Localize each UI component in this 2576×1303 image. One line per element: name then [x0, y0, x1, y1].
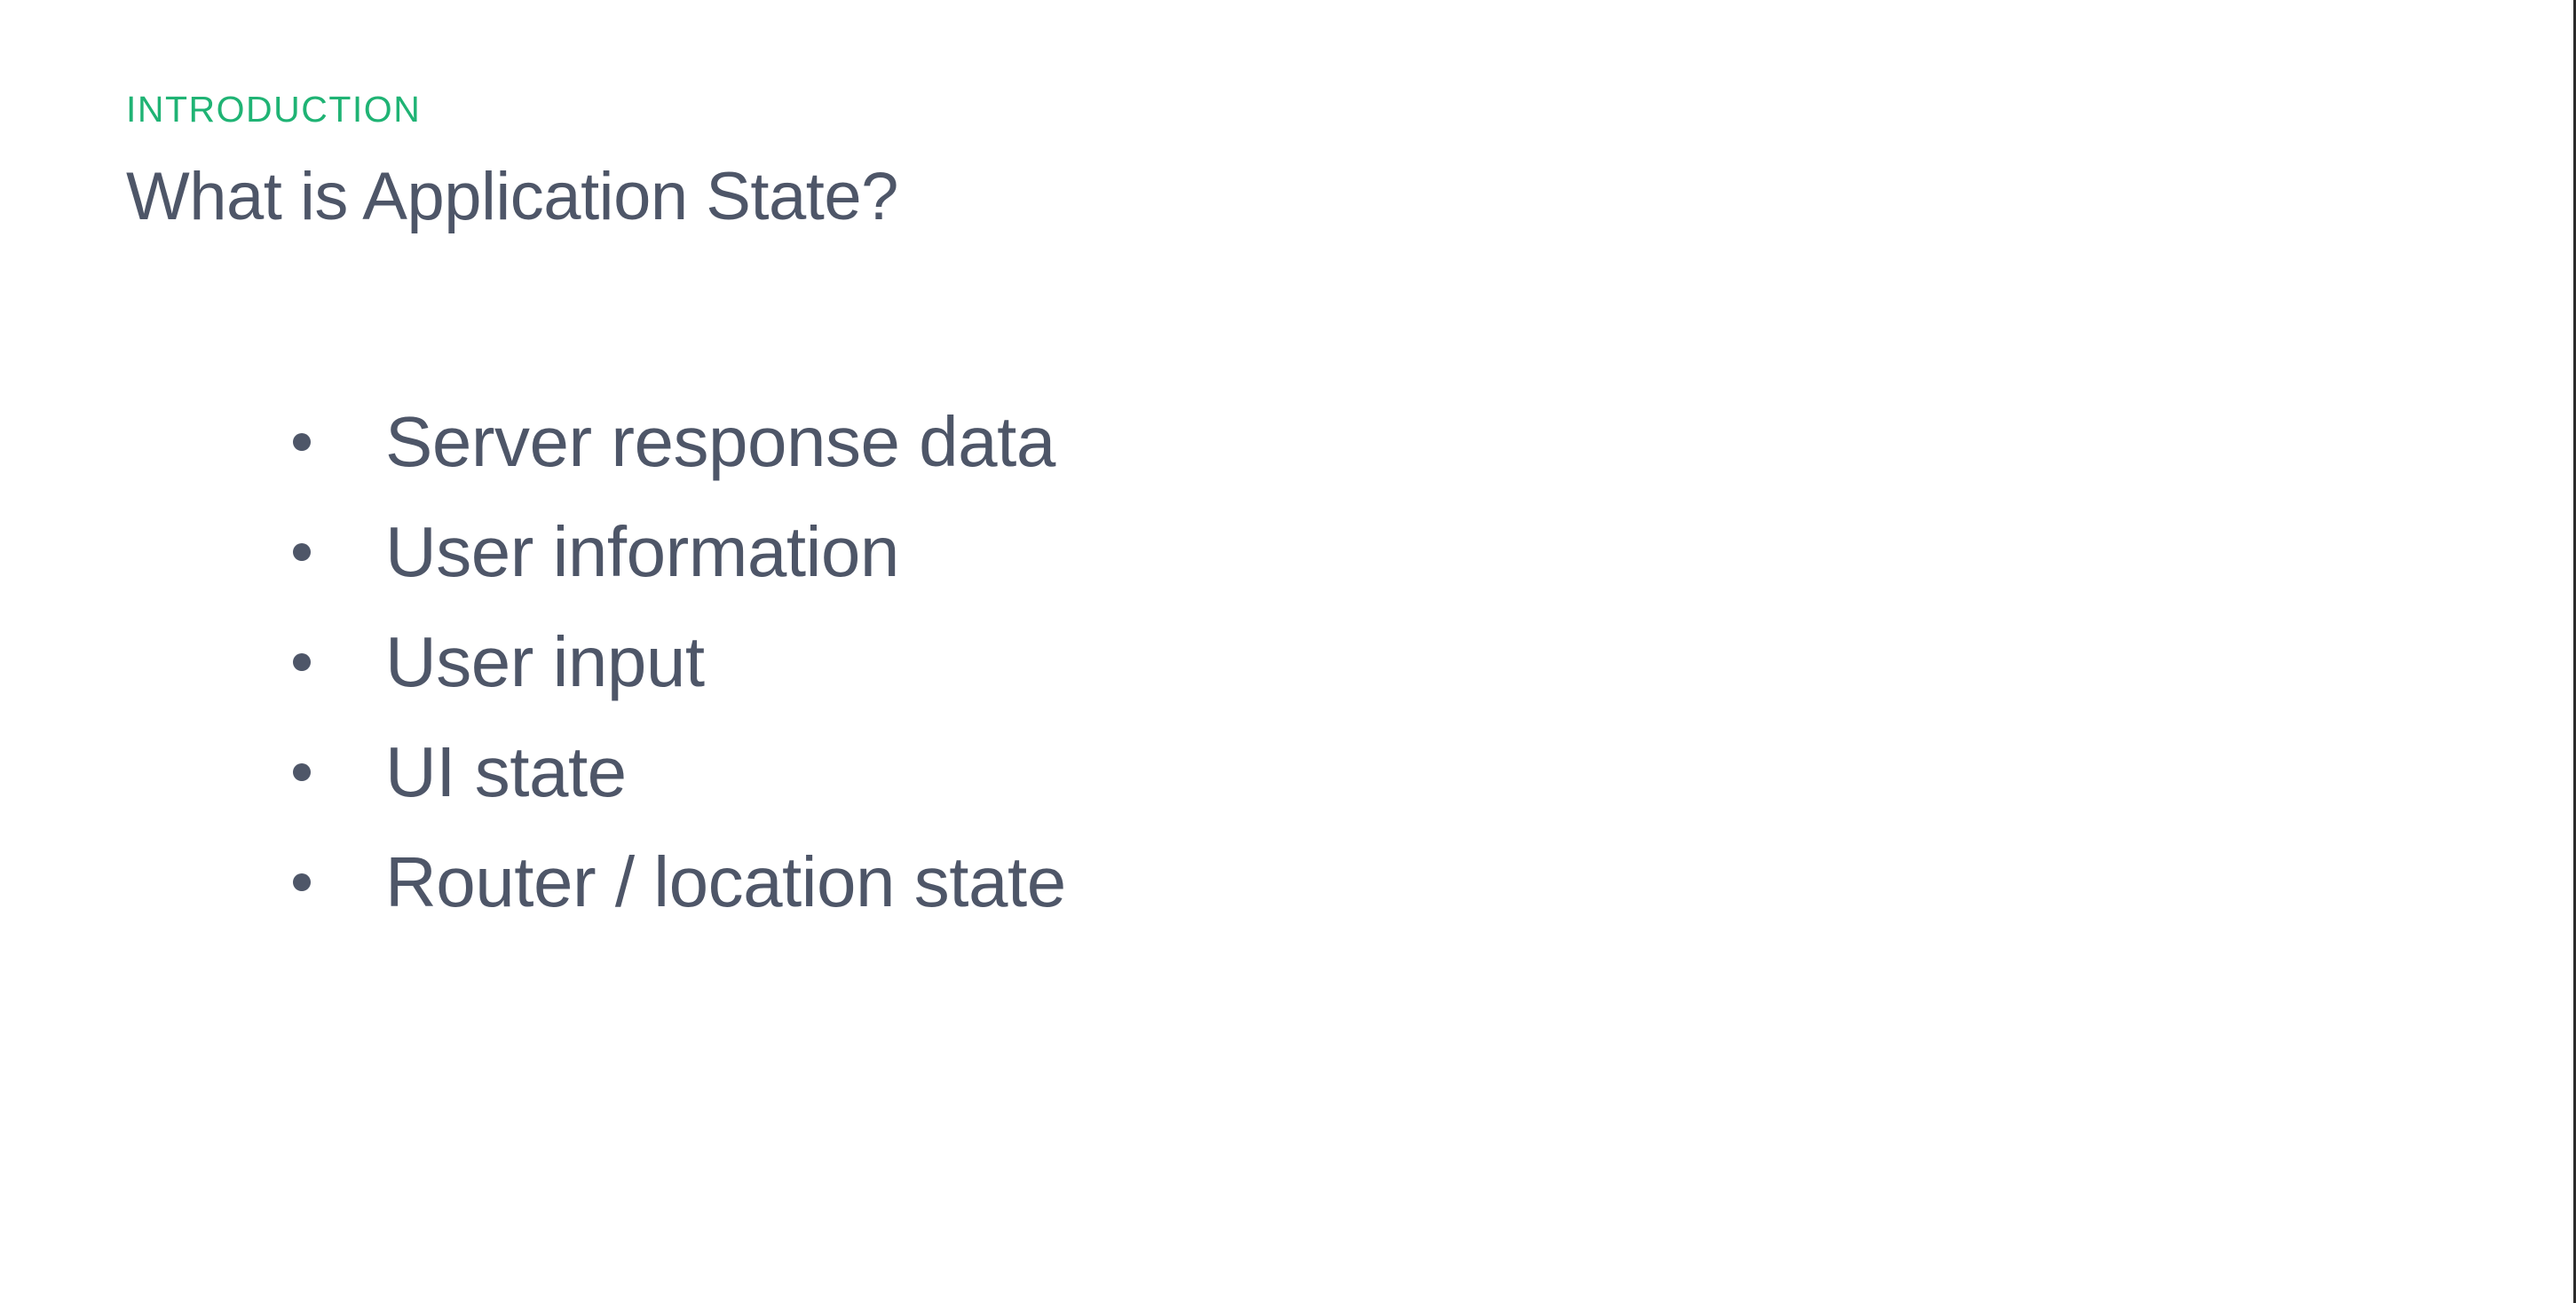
slide: INTRODUCTION What is Application State? … [0, 0, 2576, 1303]
section-label: INTRODUCTION [126, 89, 422, 130]
list-item: User input [293, 607, 1066, 717]
bullet-icon [293, 543, 311, 561]
bullet-icon [293, 763, 311, 781]
list-item: UI state [293, 717, 1066, 827]
slide-title: What is Application State? [126, 159, 898, 234]
bullet-icon [293, 873, 311, 891]
list-item: User information [293, 497, 1066, 607]
list-item: Router / location state [293, 827, 1066, 937]
bullet-text: Router / location state [385, 842, 1066, 921]
list-item: Server response data [293, 387, 1066, 497]
bullet-icon [293, 653, 311, 671]
bullet-text: User input [385, 622, 705, 701]
bullet-text: Server response data [385, 402, 1055, 481]
bullet-list: Server response data User information Us… [293, 387, 1066, 937]
bullet-icon [293, 433, 311, 451]
bullet-text: User information [385, 512, 899, 591]
bullet-text: UI state [385, 732, 627, 811]
